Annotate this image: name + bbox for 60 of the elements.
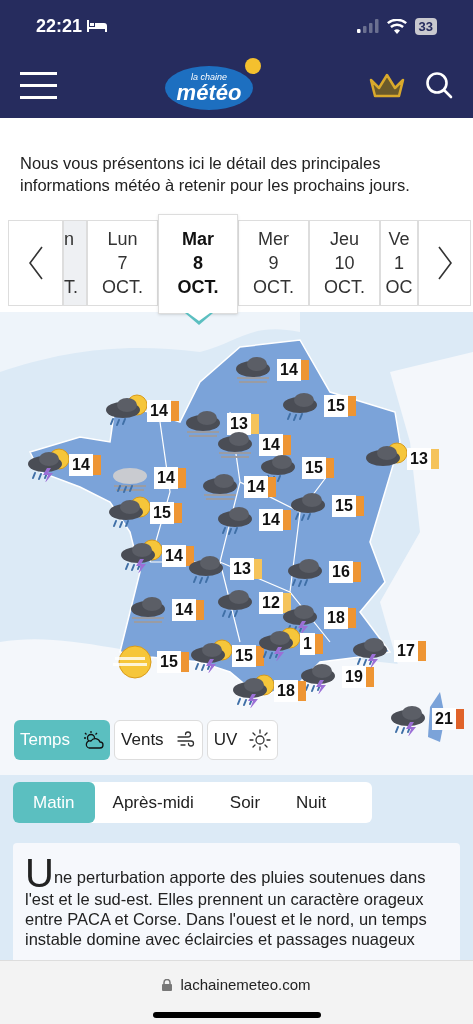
battery-indicator: 33 — [414, 17, 437, 35]
sun-storm-icon — [25, 448, 69, 482]
signal-icon — [356, 19, 379, 33]
temperature-label: 12 — [259, 592, 283, 614]
temperature-label: 14 — [259, 434, 283, 456]
day-tab[interactable]: n T. — [63, 220, 87, 306]
temperature-label: 14 — [162, 545, 186, 567]
sun-rain-icon — [103, 394, 147, 428]
sun-storm-icon — [230, 674, 274, 708]
layer-tab[interactable]: Vents — [114, 720, 203, 760]
temperature-label: 15 — [332, 495, 356, 517]
period-tab[interactable]: Nuit — [278, 782, 345, 823]
temperature-label: 1 — [300, 633, 315, 655]
temperature-label: 15 — [324, 395, 348, 417]
search-icon[interactable] — [425, 71, 453, 99]
day-tab[interactable]: Mer 9 OCT. — [238, 220, 309, 306]
temperature-label: 15 — [302, 457, 326, 479]
temperature-label: 15 — [150, 502, 174, 524]
temperature-label: 18 — [324, 607, 348, 629]
temperature-label: 21 — [432, 708, 456, 730]
temperature-label: 19 — [342, 666, 366, 688]
period-tab[interactable]: Soir — [211, 782, 279, 823]
sun-icon — [249, 729, 272, 751]
menu-icon[interactable] — [20, 70, 57, 100]
sun-storm-icon — [256, 627, 300, 661]
temperature-label: 15 — [157, 651, 181, 673]
sun-cloud-icon — [82, 730, 105, 750]
bed-icon — [86, 19, 109, 33]
sun-rain-icon — [106, 496, 150, 530]
period-tab[interactable]: Après-midi — [94, 782, 212, 823]
lock-icon — [162, 979, 173, 992]
temperature-label: 15 — [232, 645, 256, 667]
temperature-label: 13 — [227, 413, 251, 435]
temperature-label: 14 — [259, 509, 283, 531]
temperature-label: 14 — [147, 400, 171, 422]
selected-pointer — [185, 313, 213, 325]
day-tab[interactable]: Ve 1 OC — [380, 220, 418, 306]
layer-tab[interactable]: UV — [206, 720, 279, 760]
sun-storm-icon — [118, 539, 162, 573]
chevron-left-icon — [27, 245, 44, 281]
temperature-label: 18 — [274, 680, 298, 702]
status-time: 22:21 — [36, 14, 83, 38]
temperature-label: 16 — [329, 561, 353, 583]
wifi-icon — [386, 18, 407, 34]
temperature-label: 14 — [154, 467, 178, 489]
temperature-label: 17 — [394, 640, 418, 662]
day-tab[interactable]: Lun 7 OCT. — [87, 220, 158, 306]
temperature-label: 13 — [407, 448, 431, 470]
sun-storm-icon — [188, 639, 232, 673]
crown-icon[interactable] — [369, 72, 405, 98]
temperature-label: 14 — [172, 599, 196, 621]
chevron-right-icon — [436, 245, 453, 281]
temperature-label: 14 — [69, 454, 93, 476]
temperature-label: 14 — [277, 359, 301, 381]
wind-icon — [175, 731, 196, 749]
temperature-label: 14 — [244, 476, 268, 498]
intro-text: Nous vous présentons ici le détail des principales informations météo à retenir pour les prochains jours. — [19, 153, 411, 196]
temperature-label: 13 — [230, 558, 254, 580]
address-bar[interactable]: lachainemeteo.com — [162, 974, 311, 997]
day-tab[interactable]: Jeu 10 OCT. — [309, 220, 380, 306]
